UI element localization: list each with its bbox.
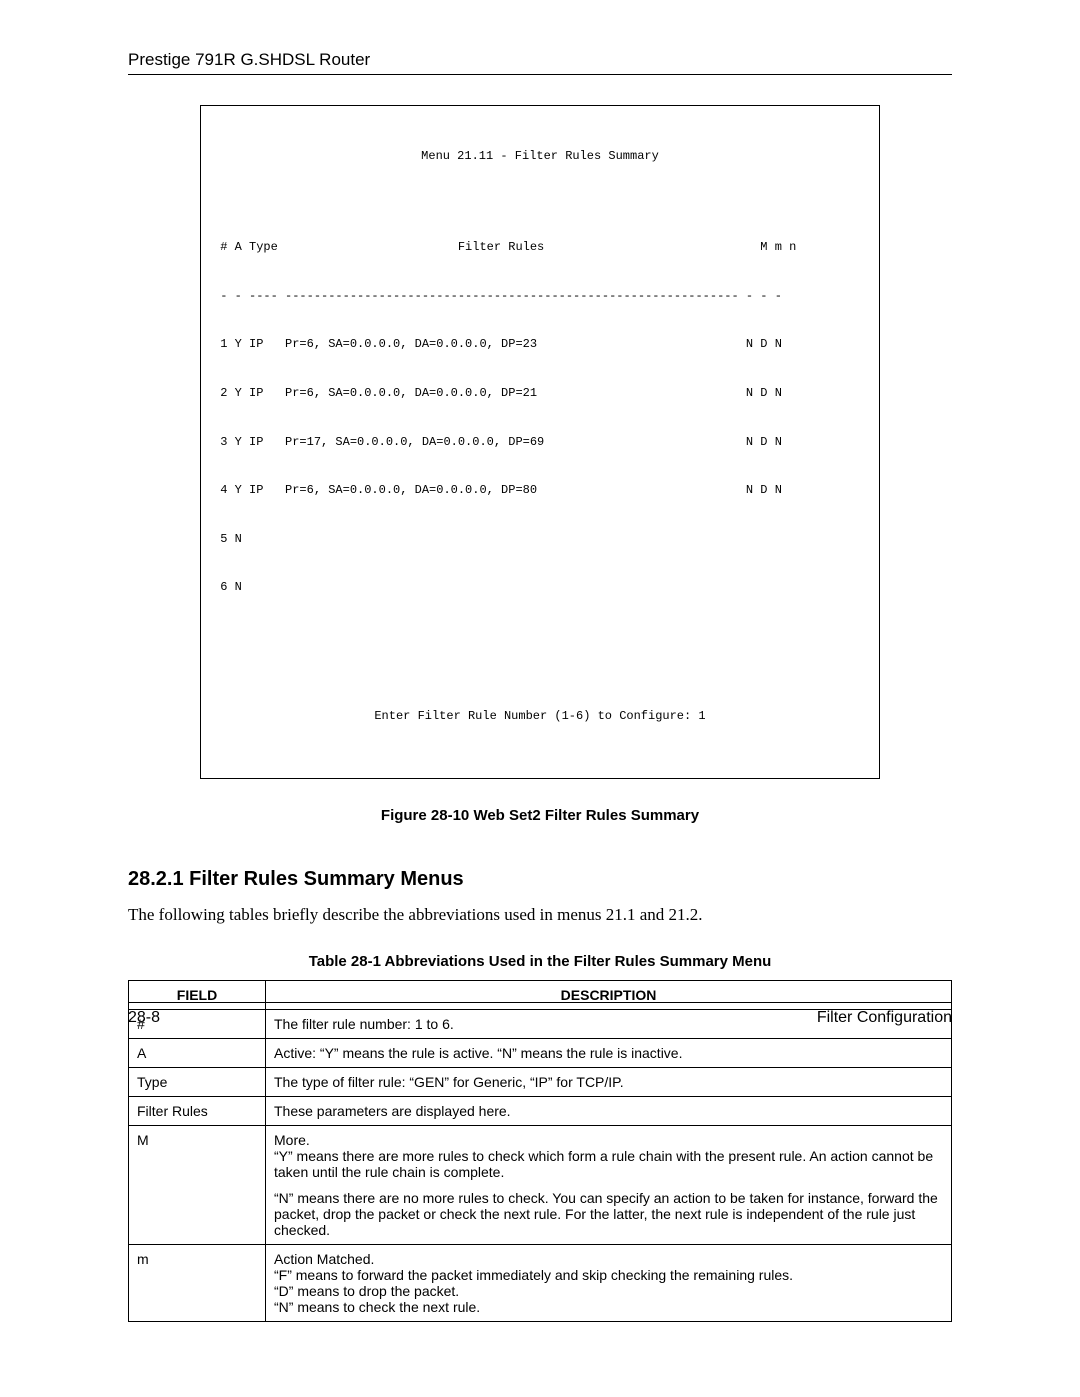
abbreviations-table: FIELD DESCRIPTION # The filter rule numb… bbox=[128, 980, 952, 1322]
terminal-column-divider: - - ---- -------------------------------… bbox=[213, 288, 867, 304]
table-cell-desc-p2: “N” means there are no more rules to che… bbox=[274, 1190, 943, 1238]
figure-caption: Figure 28-10 Web Set2 Filter Rules Summa… bbox=[128, 807, 952, 824]
table-cell-field: A bbox=[129, 1039, 266, 1068]
table-row: Filter Rules These parameters are displa… bbox=[129, 1097, 952, 1126]
table-row: M More. “Y” means there are more rules t… bbox=[129, 1126, 952, 1245]
footer-section-title: Filter Configuration bbox=[817, 1009, 952, 1027]
table-row: A Active: “Y” means the rule is active. … bbox=[129, 1039, 952, 1068]
footer-page-number: 28-8 bbox=[128, 1009, 160, 1027]
table-cell-field: M bbox=[129, 1126, 266, 1245]
document-page: Prestige 791R G.SHDSL Router Menu 21.11 … bbox=[0, 0, 1080, 1397]
terminal-screenshot: Menu 21.11 - Filter Rules Summary # A Ty… bbox=[200, 105, 880, 779]
terminal-row: 4 Y IP Pr=6, SA=0.0.0.0, DA=0.0.0.0, DP=… bbox=[213, 482, 867, 498]
table-row: m Action Matched. “F” means to forward t… bbox=[129, 1245, 952, 1322]
table-row: Type The type of filter rule: “GEN” for … bbox=[129, 1068, 952, 1097]
table-cell-desc-p1: More. “Y” means there are more rules to … bbox=[274, 1132, 943, 1180]
body-paragraph: The following tables briefly describe th… bbox=[128, 905, 952, 925]
table-cell-desc: Action Matched. “F” means to forward the… bbox=[266, 1245, 952, 1322]
table-cell-field: Filter Rules bbox=[129, 1097, 266, 1126]
table-cell-field: m bbox=[129, 1245, 266, 1322]
terminal-row: 3 Y IP Pr=17, SA=0.0.0.0, DA=0.0.0.0, DP… bbox=[213, 434, 867, 450]
section-heading: 28.2.1 Filter Rules Summary Menus bbox=[128, 868, 952, 891]
terminal-title: Menu 21.11 - Filter Rules Summary bbox=[213, 148, 867, 164]
terminal-row: 1 Y IP Pr=6, SA=0.0.0.0, DA=0.0.0.0, DP=… bbox=[213, 336, 867, 352]
terminal-row: 5 N bbox=[213, 531, 867, 547]
terminal-row: 2 Y IP Pr=6, SA=0.0.0.0, DA=0.0.0.0, DP=… bbox=[213, 385, 867, 401]
table-cell-field: Type bbox=[129, 1068, 266, 1097]
page-header: Prestige 791R G.SHDSL Router bbox=[128, 50, 952, 75]
table-cell-desc: These parameters are displayed here. bbox=[266, 1097, 952, 1126]
header-title: Prestige 791R G.SHDSL Router bbox=[128, 50, 370, 69]
terminal-column-header: # A Type Filter Rules M m n bbox=[213, 239, 867, 255]
terminal-row: 6 N bbox=[213, 579, 867, 595]
table-cell-desc: Active: “Y” means the rule is active. “N… bbox=[266, 1039, 952, 1068]
table-cell-desc: More. “Y” means there are more rules to … bbox=[266, 1126, 952, 1245]
table-cell-desc: The type of filter rule: “GEN” for Gener… bbox=[266, 1068, 952, 1097]
terminal-prompt: Enter Filter Rule Number (1-6) to Config… bbox=[213, 708, 867, 724]
page-footer: 28-8 Filter Configuration bbox=[128, 1002, 952, 1027]
table-caption: Table 28-1 Abbreviations Used in the Fil… bbox=[128, 953, 952, 970]
